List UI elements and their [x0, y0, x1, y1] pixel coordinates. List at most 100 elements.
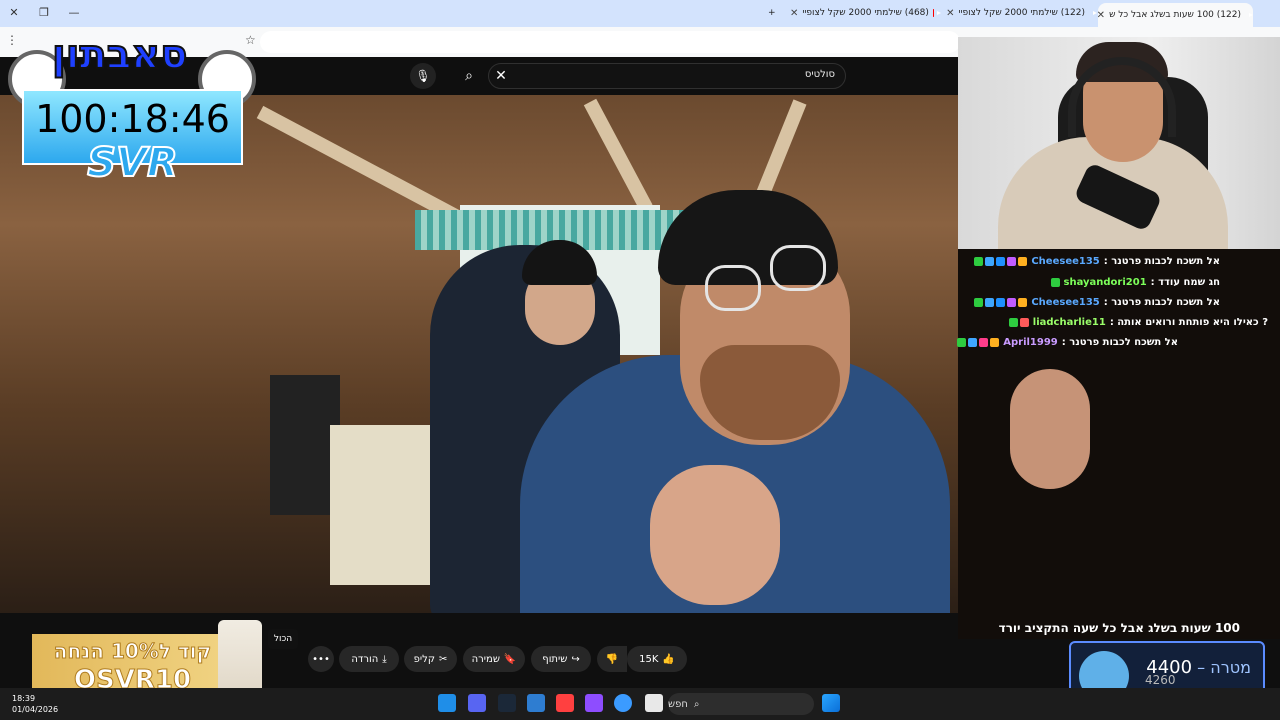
search-icon: ⌕ [693, 698, 700, 710]
save-button[interactable]: 🔖 שמירה [463, 646, 525, 672]
close-tab-icon[interactable]: ✕ [1097, 10, 1105, 21]
goal-current: 4260 [1145, 673, 1176, 687]
tab-2[interactable]: (122) שילמתי 2000 שקל לצופיי ✕ [942, 2, 1097, 24]
stream-logo: סאבתון [51, 31, 188, 79]
badge-icon [957, 338, 967, 347]
brand-logo: SVR [86, 139, 179, 187]
steam-icon[interactable] [498, 694, 516, 712]
app-icon[interactable] [585, 694, 603, 712]
chat-text: חג שמח עודד : [1150, 277, 1220, 288]
dislike-button[interactable]: 👎 [597, 646, 627, 672]
chat-username: April1999 [1003, 337, 1058, 348]
close-tab-icon[interactable]: ✕ [790, 8, 798, 19]
tab-label: (122) 100 שעות בשלג אבל כל ש [1109, 10, 1241, 20]
badge-icon [1007, 257, 1017, 266]
timer-value: 100:18:46 [35, 97, 230, 141]
bookmark-icon: 🔖 [503, 653, 517, 665]
like-count: 15K [639, 653, 659, 665]
badge-icon [1018, 257, 1028, 266]
taskbar-time: 18:39 [12, 694, 36, 703]
badge-icon [990, 338, 1000, 347]
chat-badges [957, 338, 1000, 347]
badge-icon [1007, 298, 1017, 307]
new-tab-button[interactable]: + [760, 2, 784, 24]
chat-text: אל תשכח לכבות פרטנר : [1103, 256, 1220, 267]
task-view-icon[interactable] [645, 694, 663, 712]
taskbar-date: 01/04/2026 [12, 705, 59, 714]
voice-search-icon[interactable]: 🎙 [410, 63, 436, 89]
more-dots-icon: ••• [312, 653, 330, 665]
chrome-icon[interactable] [614, 694, 632, 712]
clip-label: קליפ [413, 653, 435, 665]
promo-discount-text: קוד ל10% הנחה [53, 639, 212, 664]
taskbar [0, 688, 1280, 720]
share-label: שיתוף [542, 653, 568, 665]
tab-3[interactable]: (468) שילמתי 2000 שקל לצופיי ✕ [782, 2, 942, 24]
badge-icon [1050, 278, 1060, 287]
taskbar-clock[interactable]: 18:39 01/04/2026 [12, 693, 58, 715]
menu-dots-icon[interactable]: ⋮ [6, 33, 18, 47]
goal-label-text: מטרה [1210, 658, 1251, 677]
goal-dash: – [1197, 658, 1206, 677]
windows-start-icon[interactable] [822, 694, 840, 712]
glasses-right [770, 245, 826, 291]
badge-icon [974, 257, 984, 266]
discord-icon[interactable] [468, 694, 486, 712]
youtube-favicon-icon [932, 9, 942, 17]
like-button[interactable]: 👍 15K [627, 646, 687, 672]
chat-message: אל תשכח לכבות פרטנר : Cheesee135 [974, 256, 1220, 267]
chat-badges [974, 298, 1028, 307]
download-label: הורדה [351, 653, 379, 665]
chat-badges [974, 257, 1028, 266]
thumbs-up-icon: 👍 [662, 653, 675, 665]
badge-icon [974, 298, 984, 307]
close-window-icon[interactable]: ✕ [4, 4, 24, 22]
chat-text: אל תשכח לכבות פרטנר : [1103, 297, 1220, 308]
video-title: 100 שעות בשלג אבל כל שעה התקציב יורד [998, 621, 1240, 635]
url-field[interactable] [260, 31, 960, 53]
save-label: שמירה [471, 653, 500, 665]
share-button[interactable]: ↪ שיתוף [531, 646, 591, 672]
app-icon[interactable] [556, 694, 574, 712]
badge-icon [996, 298, 1006, 307]
chat-text: ? כאילו היא פותחת ורואים אותה : [1109, 317, 1268, 328]
search-input[interactable]: סולטיס [488, 63, 846, 89]
clip-button[interactable]: ✂ קליפ [404, 646, 457, 672]
chat-username: Cheesee135 [1031, 297, 1100, 308]
all-chip[interactable]: הכול [268, 629, 298, 649]
close-tab-icon[interactable]: ✕ [946, 8, 954, 19]
tab-label: (468) שילמתי 2000 שקל לצופיי [802, 8, 929, 18]
chat-username: Cheesee135 [1031, 256, 1100, 267]
chat-message: ? כאילו היא פותחת ורואים אותה : liadchar… [1008, 317, 1268, 328]
search-icon[interactable]: ⌕ [452, 63, 486, 89]
new-tab-label: + [768, 8, 776, 18]
chat-badges [1008, 318, 1029, 327]
download-icon: ⤓ [382, 653, 387, 665]
badge-icon [985, 257, 995, 266]
bookmark-star-icon[interactable]: ☆ [245, 33, 256, 47]
tab-active[interactable]: (122) 100 שעות בשלג אבל כל ש ✕ [1097, 3, 1253, 27]
chat-text: אל תשכח לכבות פרטנר : [1061, 337, 1178, 348]
chat-message: אל תשכח לכבות פרטנר : April1999 [957, 337, 1178, 348]
badge-icon [979, 338, 989, 347]
badge-icon [985, 298, 995, 307]
chat-message: אל תשכח לכבות פרטנר : Cheesee135 [974, 297, 1220, 308]
badge-icon [996, 257, 1006, 266]
minimize-window-icon[interactable]: — [64, 4, 84, 22]
badge-icon [1019, 318, 1029, 327]
badge-icon [968, 338, 978, 347]
restore-window-icon[interactable]: ❐ [34, 4, 54, 22]
chat-message: חג שמח עודד : shayandori201 [1050, 277, 1220, 288]
download-button[interactable]: ⤓ הורדה [339, 646, 399, 672]
file-icon[interactable] [527, 694, 545, 712]
badge-icon [1008, 318, 1018, 327]
hand [1010, 369, 1090, 489]
taskbar-search[interactable]: ⌕ חפש [668, 693, 814, 715]
chat-username: liadcharlie11 [1032, 317, 1106, 328]
glasses-left [705, 265, 761, 311]
ceiling-beam [583, 98, 653, 212]
more-actions-button[interactable]: ••• [308, 646, 334, 672]
badge-icon [1018, 298, 1028, 307]
clear-search-icon[interactable]: ✕ [492, 66, 510, 86]
app-icon[interactable] [438, 694, 456, 712]
